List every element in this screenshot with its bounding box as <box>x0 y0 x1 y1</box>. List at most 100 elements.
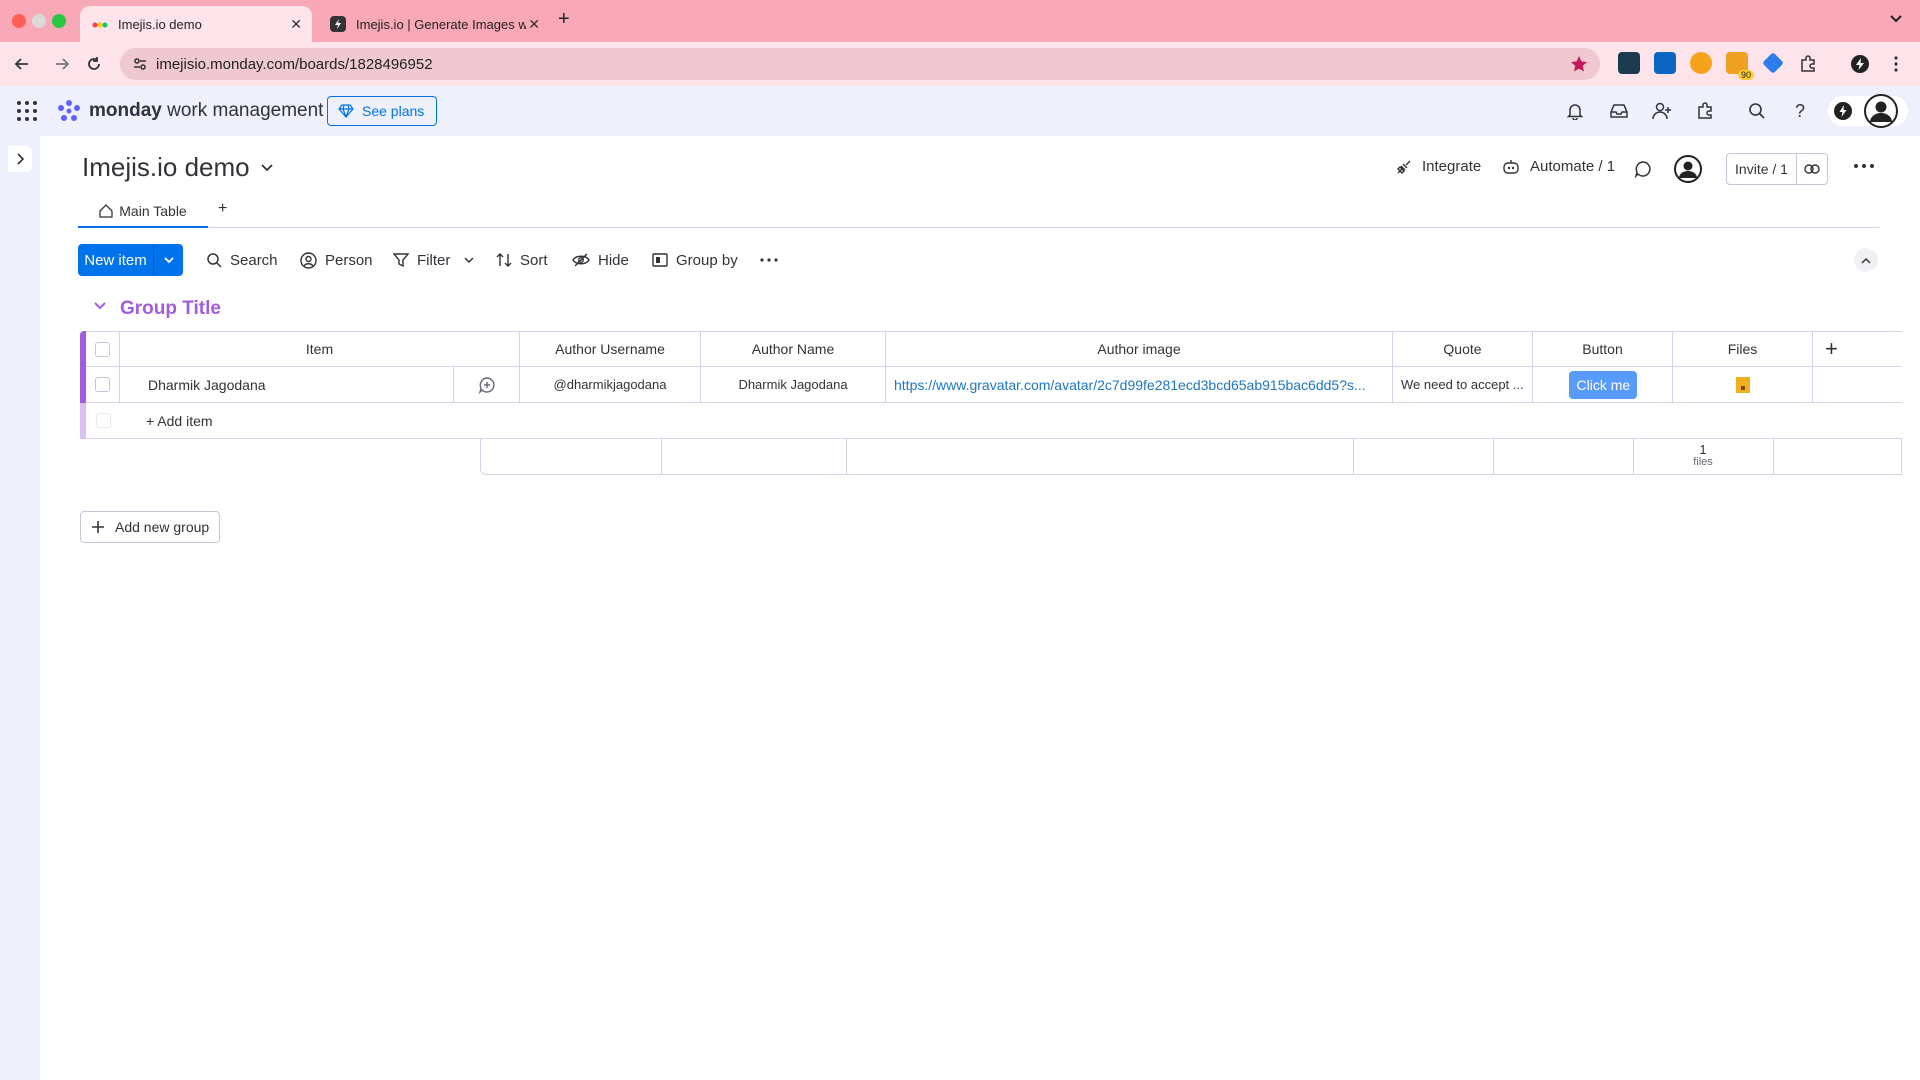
browser-menu-icon[interactable] <box>1882 50 1910 78</box>
close-tab-icon[interactable]: ✕ <box>290 16 302 33</box>
user-avatar[interactable] <box>1864 94 1898 128</box>
column-header-author-name[interactable]: Author Name <box>701 331 886 367</box>
close-window-button[interactable] <box>12 14 26 28</box>
new-item-dropdown-chevron-icon[interactable] <box>154 244 183 276</box>
forward-icon[interactable] <box>48 50 76 78</box>
close-tab-icon[interactable]: ✕ <box>528 16 540 33</box>
tab-search-chevron-icon[interactable] <box>1888 10 1904 26</box>
integrations-puzzle-icon[interactable] <box>1692 98 1718 124</box>
files-cell[interactable] <box>1673 367 1813 403</box>
add-new-group-button[interactable]: Add new group <box>80 511 221 543</box>
bookmark-star-icon[interactable] <box>1570 55 1588 73</box>
collapse-header-chevron-icon[interactable] <box>1854 248 1878 272</box>
search-button[interactable]: Search <box>206 246 278 274</box>
add-item-input[interactable]: + Add item <box>120 403 1902 439</box>
item-name-cell[interactable]: Dharmik Jagodana <box>120 367 454 403</box>
minimize-window-button[interactable] <box>32 14 46 28</box>
chevron-down-icon[interactable] <box>260 163 274 173</box>
select-all-checkbox[interactable] <box>95 341 110 357</box>
monday-logo-icon <box>56 99 82 123</box>
integrate-button[interactable]: Integrate <box>1396 158 1481 175</box>
profile-bolt-icon[interactable] <box>1846 50 1874 78</box>
group-collapse-chevron-icon[interactable] <box>94 302 106 310</box>
home-icon <box>99 204 113 218</box>
add-view-button[interactable]: + <box>218 200 227 218</box>
column-header-button[interactable]: Button <box>1533 331 1673 367</box>
group-by-button[interactable]: Group by <box>652 246 738 274</box>
imejis-favicon-icon <box>330 16 346 32</box>
column-header-item[interactable]: Item <box>120 331 520 367</box>
files-summary-label: files <box>1693 456 1713 468</box>
reload-icon[interactable] <box>80 50 108 78</box>
new-item-button[interactable]: New item <box>78 244 154 276</box>
extensions-puzzle-icon[interactable] <box>1794 50 1822 78</box>
author-username-cell[interactable]: @dharmikjagodana <box>520 367 701 403</box>
quote-cell[interactable]: We need to accept ... <box>1393 367 1533 403</box>
site-info-icon[interactable] <box>132 56 148 72</box>
app-switcher-grid-icon[interactable] <box>16 100 38 122</box>
inbox-icon[interactable] <box>1606 98 1632 124</box>
column-header-author-username[interactable]: Author Username <box>520 331 701 367</box>
summary-divider <box>661 439 662 475</box>
invite-members-icon[interactable] <box>1649 98 1675 124</box>
account-cluster[interactable] <box>1828 94 1908 128</box>
column-header-author-image[interactable]: Author image <box>886 331 1393 367</box>
tab-title: Imejis.io demo <box>118 16 202 32</box>
sort-label: Sort <box>520 251 548 269</box>
column-header-files[interactable]: Files <box>1673 331 1813 367</box>
filter-button[interactable]: Filter <box>393 246 474 274</box>
row-checkbox[interactable] <box>95 377 110 392</box>
back-icon[interactable] <box>8 50 36 78</box>
view-tabs: Main Table + <box>78 196 1880 228</box>
summary-divider <box>1353 439 1354 475</box>
empty-cell <box>1813 367 1902 403</box>
extension-with-badge-icon[interactable]: 90 <box>1726 52 1754 80</box>
automate-button[interactable]: Automate / 1 <box>1502 158 1615 175</box>
add-column-button[interactable]: + <box>1813 331 1902 367</box>
help-icon[interactable]: ? <box>1787 98 1813 124</box>
toolbar-more-icon[interactable] <box>760 258 778 262</box>
browser-tab-active[interactable]: Imejis.io demo ✕ <box>80 6 312 42</box>
board-title[interactable]: Imejis.io demo <box>82 152 274 183</box>
notifications-bell-icon[interactable] <box>1562 98 1588 124</box>
new-tab-button[interactable]: + <box>558 8 570 31</box>
sort-button[interactable]: Sort <box>496 246 548 274</box>
plus-icon <box>92 521 104 533</box>
hide-button[interactable]: Hide <box>572 246 629 274</box>
new-item-button-group: New item <box>78 244 183 276</box>
hide-label: Hide <box>598 251 629 269</box>
column-header-quote[interactable]: Quote <box>1393 331 1533 367</box>
see-plans-button[interactable]: See plans <box>327 96 438 126</box>
board-updates-icon[interactable] <box>1634 160 1652 178</box>
diamond-icon <box>338 104 354 118</box>
robot-icon <box>1503 159 1519 174</box>
board-more-menu-icon[interactable] <box>1854 164 1874 168</box>
invite-group: Invite / 1 <box>1726 153 1828 185</box>
copy-link-icon[interactable] <box>1797 154 1827 184</box>
filter-dropdown-chevron-icon[interactable] <box>464 256 474 264</box>
author-image-link-cell[interactable]: https://www.gravatar.com/avatar/2c7d99fe… <box>886 367 1393 403</box>
browser-tab[interactable]: Imejis.io | Generate Images w ✕ <box>318 6 550 42</box>
tag-extension-icon[interactable] <box>1762 52 1784 74</box>
address-bar[interactable]: imejisio.monday.com/boards/1828496952 <box>120 48 1600 80</box>
item-updates-cell[interactable] <box>454 367 520 403</box>
url-text: imejisio.monday.com/boards/1828496952 <box>156 55 433 73</box>
board-title-text: Imejis.io demo <box>82 152 250 182</box>
expand-sidebar-chevron-icon[interactable] <box>8 146 32 172</box>
board-owner-avatar[interactable] <box>1674 155 1702 183</box>
author-name-cell[interactable]: Dharmik Jagodana <box>701 367 886 403</box>
react-devtools-extension-icon[interactable] <box>1618 52 1640 74</box>
button-cell: Click me <box>1533 367 1673 403</box>
todo-extension-icon[interactable] <box>1654 52 1676 74</box>
tab-main-table[interactable]: Main Table <box>78 196 208 228</box>
maximize-window-button[interactable] <box>52 14 66 28</box>
filter-funnel-icon <box>393 253 409 268</box>
person-filter-button[interactable]: Person <box>300 246 373 274</box>
file-thumbnail-icon[interactable] <box>1735 376 1751 394</box>
rss-extension-icon[interactable] <box>1690 52 1712 74</box>
search-icon[interactable] <box>1744 98 1770 124</box>
add-item-select-cell <box>86 403 120 439</box>
click-me-button[interactable]: Click me <box>1568 370 1637 399</box>
invite-button[interactable]: Invite / 1 <box>1727 154 1797 184</box>
group-title[interactable]: Group Title <box>120 298 221 320</box>
